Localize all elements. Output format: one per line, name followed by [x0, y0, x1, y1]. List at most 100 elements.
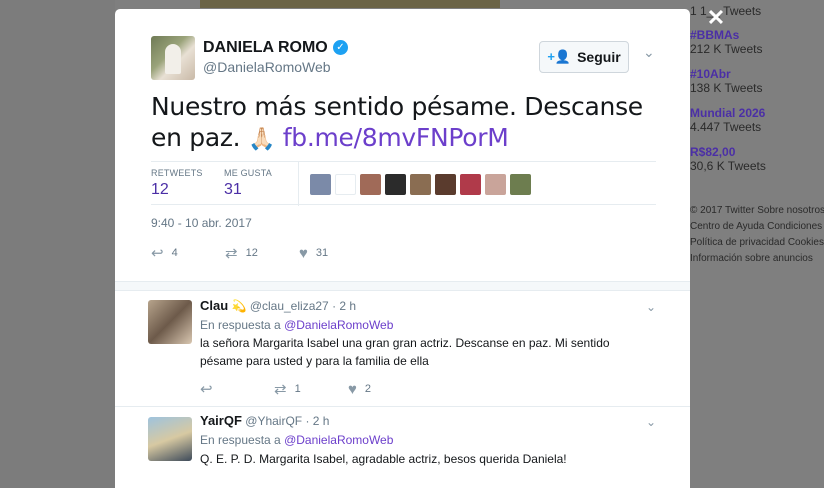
close-icon[interactable]: ✕ — [704, 6, 728, 30]
section-separator — [115, 281, 690, 291]
in-reply-prefix: En respuesta a — [200, 318, 281, 332]
trend-tag[interactable]: #10Abr — [690, 67, 763, 81]
tweet-header: DANIELA ROMO ✓ @DanielaRomoWeb +👤 Seguir — [151, 36, 656, 86]
chevron-down-icon[interactable]: ⌄ — [646, 300, 656, 314]
liker-avatar[interactable] — [310, 174, 331, 195]
reply-button[interactable]: ↩ 4 — [151, 244, 225, 262]
trend-count: 4.447 Tweets — [690, 120, 762, 134]
retweet-count: 1 — [294, 383, 301, 395]
retweet-button[interactable]: ⇄ 1 — [274, 380, 348, 398]
liker-avatar[interactable] — [385, 174, 406, 195]
reply-author-handle[interactable]: @clau_eliza27 — [250, 299, 329, 313]
chevron-down-icon[interactable]: ⌄ — [643, 45, 657, 59]
in-reply-to: En respuesta a @DanielaRomoWeb — [200, 318, 393, 332]
trend-count: 212 K Tweets — [690, 42, 763, 56]
tweet-link[interactable]: fb.me/8mvFNPorM — [283, 123, 509, 152]
chevron-down-icon[interactable]: ⌄ — [646, 415, 656, 429]
footer-links-row[interactable]: © 2017 Twitter Sobre nosotros — [690, 205, 824, 216]
tweet-stats: RETWEETS 12 ME GUSTA 31 — [151, 161, 656, 206]
reply-actions: ↩ ⇄ 1 ♥ 2 — [200, 380, 371, 399]
retweets-label: RETWEETS — [151, 168, 203, 178]
reply-avatar[interactable] — [148, 300, 192, 344]
reply-tweet[interactable]: YairQF @YhairQF · 2 h ⌄ En respuesta a @… — [115, 407, 690, 488]
likes-label: ME GUSTA — [224, 168, 272, 178]
sparkle-icon: 💫 — [231, 299, 247, 313]
trend-tag[interactable]: #BBMAs — [690, 28, 763, 42]
tweet-text: Nuestro más sentido pésame. Descanse en … — [151, 91, 651, 155]
liker-avatar[interactable] — [360, 174, 381, 195]
reply-actions: ↩ ⇄ ♥ — [200, 484, 357, 488]
praying-hands-icon: 🙏🏻 — [248, 127, 276, 152]
stats-divider — [298, 162, 299, 206]
reply-header: YairQF @YhairQF · 2 h — [200, 413, 329, 428]
reply-button[interactable]: ↩ — [200, 484, 274, 488]
reply-time[interactable]: · 2 h — [305, 414, 329, 428]
heart-icon: ♥ — [348, 380, 357, 398]
retweets-stat[interactable]: RETWEETS 12 — [151, 168, 203, 199]
reply-icon: ↩ — [151, 245, 164, 262]
trend-count: 30,6 K Tweets — [690, 159, 766, 173]
liker-avatar[interactable] — [410, 174, 431, 195]
reply-author-name[interactable]: YairQF — [200, 413, 242, 428]
retweet-icon: ⇄ — [274, 484, 287, 488]
like-button[interactable]: ♥ 31 — [299, 245, 328, 262]
author-handle[interactable]: @DanielaRomoWeb — [203, 59, 331, 75]
liker-avatars — [310, 174, 531, 195]
background-image-strip — [200, 0, 500, 8]
reply-button[interactable]: ↩ — [200, 380, 274, 398]
heart-icon: ♥ — [348, 485, 357, 488]
reply-count: 4 — [171, 247, 178, 259]
in-reply-mention[interactable]: @DanielaRomoWeb — [284, 318, 393, 332]
reply-author-handle[interactable]: @YhairQF — [245, 414, 302, 428]
author-name[interactable]: DANIELA ROMO — [203, 39, 328, 57]
add-user-icon: +👤 — [547, 49, 572, 64]
trend-item[interactable]: #10Abr 138 K Tweets — [690, 67, 763, 95]
in-reply-prefix: En respuesta a — [200, 433, 281, 447]
retweet-icon: ⇄ — [225, 245, 238, 262]
footer-links-row[interactable]: Información sobre anuncios — [690, 253, 813, 264]
reply-text: Q. E. P. D. Margarita Isabel, agradable … — [200, 452, 567, 466]
trend-item[interactable]: #BBMAs 212 K Tweets — [690, 28, 763, 56]
liker-avatar[interactable] — [460, 174, 481, 195]
liker-avatar[interactable] — [335, 174, 356, 195]
like-button[interactable]: ♥ — [348, 485, 357, 488]
footer-links-row[interactable]: Centro de Ayuda Condiciones — [690, 221, 822, 232]
liker-avatar[interactable] — [510, 174, 531, 195]
likes-count: 31 — [224, 181, 242, 198]
reply-text: la señora Margarita Isabel una gran gran… — [200, 336, 610, 368]
trend-tag[interactable]: Mundial 2026 — [690, 106, 765, 120]
trend-tag[interactable]: R$82,00 — [690, 145, 766, 159]
like-button[interactable]: ♥ 2 — [348, 381, 371, 398]
likes-stat[interactable]: ME GUSTA 31 — [224, 168, 272, 199]
reply-icon: ↩ — [200, 381, 213, 398]
trend-item[interactable]: R$82,00 30,6 K Tweets — [690, 145, 766, 173]
in-reply-to: En respuesta a @DanielaRomoWeb — [200, 433, 393, 447]
reply-header: Clau 💫 @clau_eliza27 · 2 h — [200, 298, 356, 313]
liker-avatar[interactable] — [485, 174, 506, 195]
trend-count: 138 K Tweets — [690, 81, 763, 95]
retweet-count: 12 — [245, 247, 258, 259]
in-reply-mention[interactable]: @DanielaRomoWeb — [284, 433, 393, 447]
tweet-timestamp[interactable]: 9:40 - 10 abr. 2017 — [151, 216, 252, 230]
retweets-count: 12 — [151, 181, 169, 198]
reply-author-name[interactable]: Clau — [200, 298, 228, 313]
background-left-column — [0, 0, 115, 488]
author-avatar[interactable] — [151, 36, 195, 80]
like-count: 2 — [364, 383, 372, 395]
trend-item[interactable]: Mundial 2026 4.447 Tweets — [690, 106, 765, 134]
retweet-button[interactable]: ⇄ — [274, 484, 348, 488]
verified-icon: ✓ — [333, 40, 348, 55]
liker-avatar[interactable] — [435, 174, 456, 195]
retweet-button[interactable]: ⇄ 12 — [225, 244, 299, 262]
reply-avatar[interactable] — [148, 417, 192, 461]
reply-tweet[interactable]: Clau 💫 @clau_eliza27 · 2 h ⌄ En respuest… — [115, 292, 690, 407]
footer-links-row[interactable]: Política de privacidad Cookies — [690, 237, 824, 248]
retweet-icon: ⇄ — [274, 381, 287, 398]
follow-button-label: Seguir — [577, 49, 621, 65]
follow-button[interactable]: +👤 Seguir — [539, 41, 629, 73]
reply-time[interactable]: · 2 h — [332, 299, 356, 313]
heart-icon: ♥ — [299, 244, 308, 262]
tweet-modal: DANIELA ROMO ✓ @DanielaRomoWeb +👤 Seguir… — [115, 9, 690, 488]
tweet-actions: ↩ 4 ⇄ 12 ♥ 31 — [151, 244, 328, 263]
reply-icon: ↩ — [200, 484, 213, 488]
